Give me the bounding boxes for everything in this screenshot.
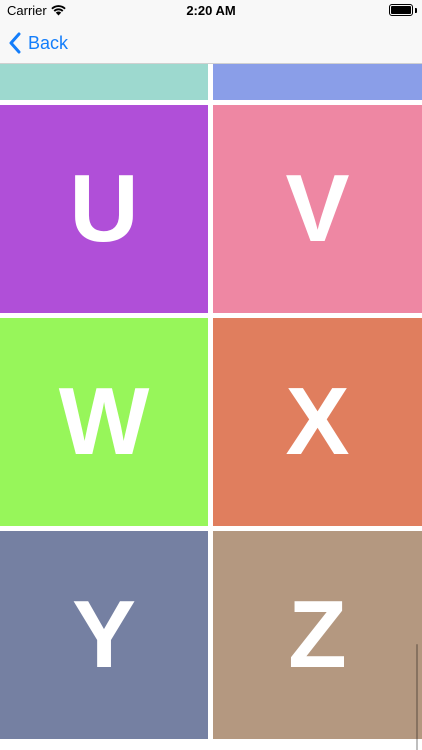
tile-w[interactable]: W [0, 318, 208, 526]
tile-letter: W [58, 368, 150, 475]
navigation-bar: Back [0, 22, 422, 64]
tile-partial-left[interactable] [0, 64, 208, 100]
back-button[interactable]: Back [8, 28, 68, 58]
tile-z[interactable]: Z [213, 531, 422, 739]
tile-y[interactable]: Y [0, 531, 208, 739]
tile-letter: Z [288, 581, 347, 688]
scroll-indicator[interactable] [416, 644, 418, 750]
letter-grid[interactable]: U V W X Y Z [0, 64, 422, 750]
tile-v[interactable]: V [213, 105, 422, 313]
clock: 2:20 AM [186, 3, 236, 18]
battery-tip [415, 8, 417, 13]
chevron-left-icon [9, 32, 21, 54]
status-bar: Carrier 2:20 AM [0, 0, 422, 22]
tile-letter: U [69, 155, 139, 262]
tile-letter: V [285, 155, 350, 262]
tile-u[interactable]: U [0, 105, 208, 313]
tile-x[interactable]: X [213, 318, 422, 526]
tile-partial-right[interactable] [213, 64, 422, 100]
tile-letter: Y [71, 581, 137, 688]
back-label: Back [28, 32, 69, 53]
battery-icon [389, 4, 413, 16]
tile-letter: X [285, 368, 350, 475]
